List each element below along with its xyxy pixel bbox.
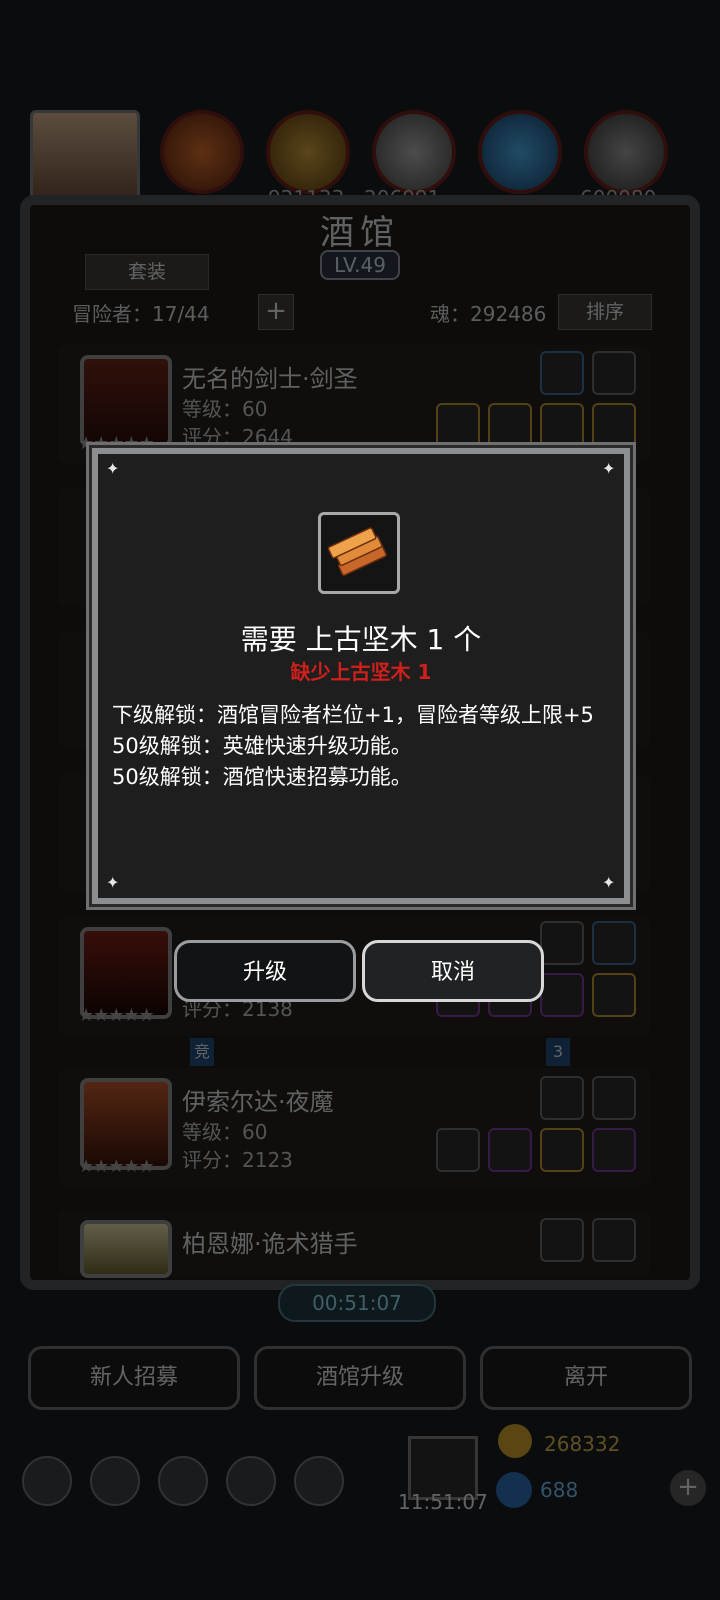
cancel-button[interactable]: 取消 (362, 940, 544, 1002)
unlock-line: 下级解锁：酒馆冒险者栏位+1，冒险者等级上限+5 (112, 703, 594, 727)
mail-icon[interactable] (226, 1456, 276, 1506)
skill-slot[interactable] (592, 1218, 636, 1262)
recruit-button[interactable]: 新人招募 (28, 1346, 240, 1410)
skill-slot[interactable] (540, 921, 584, 965)
hero-level: 等级：60 (182, 1120, 268, 1144)
compete-badge: 竞 (190, 1038, 214, 1066)
gem-amount: 688 (540, 1478, 579, 1502)
missing-text: 缺少上古坚木 1 (290, 660, 432, 684)
equip-slot[interactable] (540, 1128, 584, 1172)
hero-name: 伊索尔达·夜魔 (182, 1088, 334, 1116)
unlock-description: 下级解锁：酒馆冒险者栏位+1，冒险者等级上限+5 50级解锁：英雄快速升级功能。… (112, 700, 610, 793)
sort-button[interactable]: 排序 (558, 294, 652, 330)
skill-slot[interactable] (592, 1076, 636, 1120)
sparkle-icon: ✦ (106, 873, 120, 892)
skill-slot[interactable] (540, 1218, 584, 1262)
hero-score: 评分：2644 (182, 425, 293, 449)
equip-slot[interactable] (540, 403, 584, 447)
skill-slot[interactable] (540, 1076, 584, 1120)
iron-resource-icon (372, 110, 456, 194)
wood-planks-icon (318, 512, 400, 594)
equip-slot[interactable] (488, 1128, 532, 1172)
count-badge: 3 (546, 1038, 570, 1066)
equip-slot[interactable] (436, 403, 480, 447)
equip-slot[interactable] (592, 403, 636, 447)
hero-score: 评分：2123 (182, 1148, 293, 1172)
ore-resource-icon (160, 110, 244, 194)
adventurer-count: 冒险者：17/44 (72, 302, 210, 326)
upgrade-button[interactable]: 升级 (174, 940, 356, 1002)
add-currency-icon[interactable]: + (670, 1470, 706, 1506)
equip-slot[interactable] (592, 973, 636, 1017)
gem-icon (496, 1472, 532, 1508)
equip-slot[interactable] (592, 1128, 636, 1172)
settings-icon[interactable] (22, 1456, 72, 1506)
hero-stars: ★★★★★ (78, 1005, 155, 1026)
unlock-line: 50级解锁：英雄快速升级功能。 (112, 734, 412, 758)
skill-slot[interactable] (540, 351, 584, 395)
leave-button[interactable]: 离开 (480, 1346, 692, 1410)
equip-slot[interactable] (540, 973, 584, 1017)
hero-row[interactable]: ★★★★★ 伊索尔达·夜魔 等级：60 评分：2123 (58, 1068, 650, 1186)
tavern-level-badge: LV.49 (320, 250, 400, 280)
hero-name: 柏恩娜·诡术猎手 (182, 1230, 358, 1258)
gold-coin-icon (498, 1424, 532, 1458)
tavern-timer: 00:51:07 (278, 1284, 436, 1322)
tavern-upgrade-button[interactable]: 酒馆升级 (254, 1346, 466, 1410)
player-avatar[interactable] (30, 110, 140, 206)
wood-resource-icon (266, 110, 350, 194)
stone-resource-icon (584, 110, 668, 194)
clock-text: 11:51:07 (398, 1490, 488, 1514)
crystal-resource-icon (478, 110, 562, 194)
requirement-text: 需要 上古坚木 1 个 (240, 623, 482, 656)
equip-slot[interactable] (488, 403, 532, 447)
hero-level: 等级：60 (182, 397, 268, 421)
skill-slot[interactable] (592, 921, 636, 965)
gold-amount: 268332 (544, 1432, 621, 1456)
set-tab-button[interactable]: 套装 (85, 254, 209, 290)
sparkle-icon: ✦ (106, 459, 120, 478)
hero-row[interactable]: 柏恩娜·诡术猎手 (58, 1210, 650, 1278)
achievement-icon[interactable] (90, 1456, 140, 1506)
unlock-line: 50级解锁：酒馆快速招募功能。 (112, 765, 412, 789)
equip-slot[interactable] (436, 1128, 480, 1172)
hero-name: 无名的剑士·剑圣 (182, 365, 358, 393)
soul-count: 魂：292486 (430, 302, 547, 326)
tavern-title: 酒馆 (320, 213, 400, 253)
hero-portrait (80, 1220, 172, 1278)
sparkle-icon: ✦ (602, 459, 616, 478)
friends-icon[interactable] (294, 1456, 344, 1506)
hero-stars: ★★★★★ (78, 1156, 155, 1177)
guild-icon[interactable] (158, 1456, 208, 1506)
sparkle-icon: ✦ (602, 873, 616, 892)
skill-slot[interactable] (592, 351, 636, 395)
hero-row[interactable]: ★★★★★ 无名的剑士·剑圣 等级：60 评分：2644 (58, 345, 650, 463)
add-slot-button[interactable]: + (258, 294, 294, 330)
